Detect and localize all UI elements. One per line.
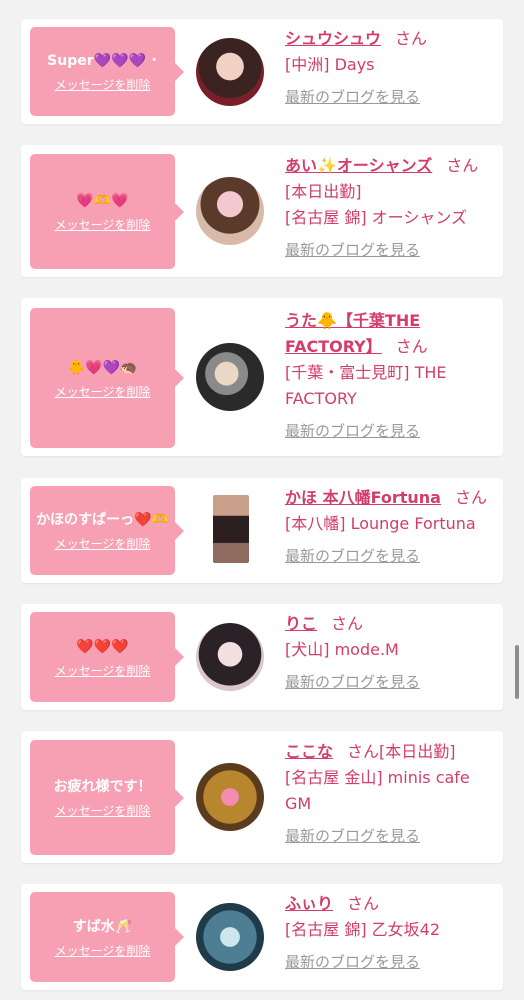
avatar[interactable] (196, 903, 264, 971)
honorific: さん (454, 488, 487, 507)
cast-info: りこ さん [犬山] mode.M 最新のブログを見る (285, 611, 495, 695)
view-blog-link[interactable]: 最新のブログを見る (285, 237, 420, 263)
delete-message-link[interactable]: メッセージを削除 (55, 383, 151, 400)
message-bubble: ❤️❤️❤️ メッセージを削除 (30, 612, 184, 702)
message-bubble: お疲れ様です！ メッセージを削除 (30, 740, 184, 855)
message-text: かほのすぱーっ❤️🫶 (36, 512, 169, 528)
message-bubble: Super💜💜💜 ･ メッセージを削除 (30, 27, 184, 116)
avatar[interactable] (196, 343, 264, 411)
honorific: さん (395, 29, 428, 48)
message-card: すば水🥂 メッセージを削除 ふぃり さん [名古屋 錦] 乙女坂42 最新のブログ… (21, 884, 503, 990)
shop-location: [名古屋 錦] 乙女坂42 (285, 920, 441, 939)
avatar[interactable] (196, 38, 264, 106)
shop-location: [中洲] Days (285, 55, 375, 74)
shop-location: [本八幡] Lounge Fortuna (285, 514, 476, 533)
honorific: さん (347, 894, 380, 913)
view-blog-link[interactable]: 最新のブログを見る (285, 669, 420, 695)
honorific: さん (395, 337, 428, 356)
cast-info: うた🐥【千葉THE FACTORY】 さん [千葉・富士見町] THE FACTO… (285, 308, 495, 444)
message-card: かほのすぱーっ❤️🫶 メッセージを削除 かほ 本八幡Fortuna さん [本八幡… (21, 478, 503, 583)
delete-message-link[interactable]: メッセージを削除 (55, 76, 151, 93)
delete-message-link[interactable]: メッセージを削除 (55, 662, 151, 679)
message-card: 🐥💗💜🦔 メッセージを削除 うた🐥【千葉THE FACTORY】 さん [千葉・富… (21, 298, 503, 456)
message-bubble: かほのすぱーっ❤️🫶 メッセージを削除 (30, 486, 184, 575)
message-text: 🐥💗💜🦔 (67, 359, 138, 376)
message-text: すば水🥂 (72, 918, 133, 935)
avatar[interactable] (196, 177, 264, 245)
avatar[interactable] (213, 495, 249, 563)
avatar[interactable] (196, 763, 264, 831)
cast-name-link[interactable]: あい✨オーシャンズ (285, 156, 432, 175)
view-blog-link[interactable]: 最新のブログを見る (285, 823, 420, 849)
delete-message-link[interactable]: メッセージを削除 (55, 535, 151, 552)
view-blog-link[interactable]: 最新のブログを見る (285, 418, 420, 444)
honorific: さん (331, 614, 364, 633)
message-card: ❤️❤️❤️ メッセージを削除 りこ さん [犬山] mode.M 最新のブログを… (21, 604, 503, 710)
message-text: Super💜💜💜 ･ (47, 53, 158, 69)
delete-message-link[interactable]: メッセージを削除 (55, 216, 151, 233)
message-bubble: すば水🥂 メッセージを削除 (30, 892, 184, 982)
message-card: 💗🫶💗 メッセージを削除 あい✨オーシャンズ さん [本日出勤] [名古屋 錦] オ… (21, 145, 503, 277)
cast-info: シュウシュウ さん [中洲] Days 最新のブログを見る (285, 26, 495, 110)
view-blog-link[interactable]: 最新のブログを見る (285, 543, 420, 569)
today-status: [本日出勤] (379, 742, 456, 761)
message-text: お疲れ様です！ (53, 779, 152, 795)
honorific: さん (446, 156, 479, 175)
scrollbar[interactable] (515, 645, 519, 699)
shop-location: [名古屋 錦] オーシャンズ (285, 208, 468, 227)
message-text: 💗🫶💗 (76, 193, 129, 209)
cast-name-link[interactable]: シュウシュウ (285, 29, 381, 48)
message-text: ❤️❤️❤️ (76, 638, 129, 655)
today-status: [本日出勤] (285, 182, 362, 201)
cast-info: あい✨オーシャンズ さん [本日出勤] [名古屋 錦] オーシャンズ 最新のブログを… (285, 153, 495, 263)
cast-name-link[interactable]: ここな (285, 742, 333, 761)
delete-message-link[interactable]: メッセージを削除 (55, 942, 151, 959)
cast-name-link[interactable]: かほ 本八幡Fortuna (285, 488, 441, 507)
view-blog-link[interactable]: 最新のブログを見る (285, 949, 420, 975)
message-bubble: 💗🫶💗 メッセージを削除 (30, 154, 184, 269)
honorific: さん (347, 742, 380, 761)
shop-location: [名古屋 金山] minis cafe GM (285, 768, 470, 813)
delete-message-link[interactable]: メッセージを削除 (55, 802, 151, 819)
message-card: Super💜💜💜 ･ メッセージを削除 シュウシュウ さん [中洲] Days 最… (21, 19, 503, 124)
shop-location: [犬山] mode.M (285, 640, 399, 659)
cast-info: ふぃり さん [名古屋 錦] 乙女坂42 最新のブログを見る (285, 891, 495, 975)
message-card: お疲れ様です！ メッセージを削除 ここな さん[本日出勤] [名古屋 金山] mi… (21, 731, 503, 863)
avatar[interactable] (196, 623, 264, 691)
cast-name-link[interactable]: ふぃり (285, 894, 333, 913)
shop-location: [千葉・富士見町] THE FACTORY (285, 363, 447, 408)
cast-info: かほ 本八幡Fortuna さん [本八幡] Lounge Fortuna 最新の… (285, 485, 495, 569)
cast-info: ここな さん[本日出勤] [名古屋 金山] minis cafe GM 最新のブロ… (285, 739, 495, 849)
view-blog-link[interactable]: 最新のブログを見る (285, 84, 420, 110)
message-bubble: 🐥💗💜🦔 メッセージを削除 (30, 308, 184, 448)
cast-name-link[interactable]: りこ (285, 614, 317, 633)
